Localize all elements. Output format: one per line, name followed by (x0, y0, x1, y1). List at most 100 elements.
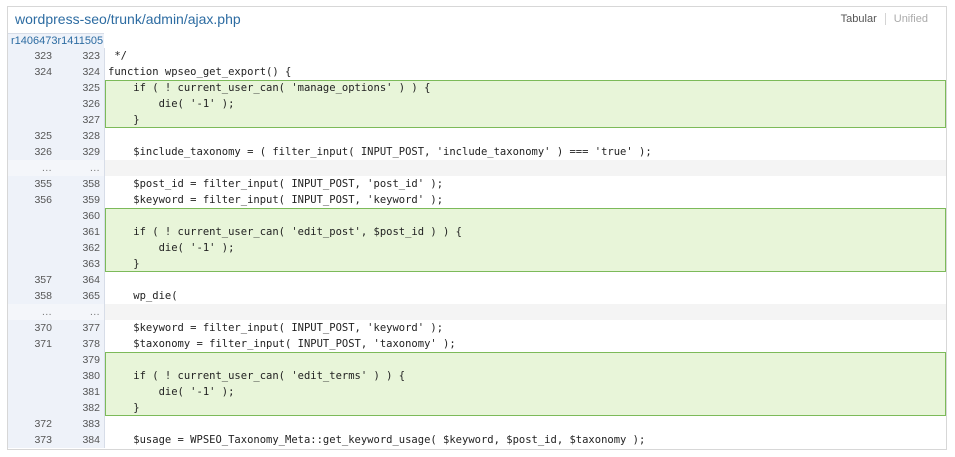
diff-panel: wordpress-seo/trunk/admin/ajax.php Tabul… (7, 6, 947, 450)
line-number-gutter: 371 378 (8, 336, 105, 352)
new-line-number: 382 (82, 402, 100, 414)
old-line-number: 373 (34, 434, 52, 446)
diff-header: wordpress-seo/trunk/admin/ajax.php Tabul… (8, 7, 946, 32)
diff-row-added: 379 (8, 352, 946, 368)
new-line-number: 325 (82, 82, 100, 94)
new-line-number: 359 (82, 194, 100, 206)
code-line: } (108, 114, 140, 126)
diff-row-added: 325 if ( ! current_user_can( 'manage_opt… (8, 80, 946, 96)
diff-row-added: 360 (8, 208, 946, 224)
line-number-gutter: 370 377 (8, 320, 105, 336)
line-number-gutter: 326 329 (8, 144, 105, 160)
code-line: $usage = WPSEO_Taxonomy_Meta::get_keywor… (108, 434, 646, 446)
diff-row-added: 361 if ( ! current_user_can( 'edit_post'… (8, 224, 946, 240)
diff-row-context: 358 365 wp_die( (8, 288, 946, 304)
line-number-gutter: 326 (8, 96, 105, 112)
diff-row-added: 382 } (8, 400, 946, 416)
new-line-number: 358 (82, 178, 100, 190)
old-line-number: … (41, 162, 53, 174)
code-line: } (108, 258, 140, 270)
skipped-highlight (105, 160, 946, 176)
skipped-highlight (105, 304, 946, 320)
diff-row-skipped: …… (8, 160, 946, 176)
new-line-number: 327 (82, 114, 100, 126)
diff-row-added: 363 } (8, 256, 946, 272)
new-line-number: 363 (82, 258, 100, 270)
old-revision-link[interactable]: r1406473 (11, 35, 58, 47)
diff-row-context: 323 323 */ (8, 48, 946, 64)
line-number-gutter: 379 (8, 352, 105, 368)
diff-row-context: 326 329 $include_taxonomy = ( filter_inpu… (8, 144, 946, 160)
new-line-number: 326 (82, 98, 100, 110)
code-line: function wpseo_get_export() { (108, 66, 292, 78)
line-number-gutter: 362 (8, 240, 105, 256)
code-line: if ( ! current_user_can( 'manage_options… (108, 82, 431, 94)
line-number-gutter: 382 (8, 400, 105, 416)
line-number-gutter: 357 364 (8, 272, 105, 288)
line-number-gutter: …… (8, 160, 105, 176)
new-line-number: … (89, 306, 101, 318)
old-line-number: … (41, 306, 53, 318)
code-line: $post_id = filter_input( INPUT_POST, 'po… (108, 178, 444, 190)
old-line-number: 371 (34, 338, 52, 350)
new-line-number: 380 (82, 370, 100, 382)
line-number-gutter: 361 (8, 224, 105, 240)
old-line-number: 356 (34, 194, 52, 206)
code-line: die( '-1' ); (108, 98, 235, 110)
old-line-number: 355 (34, 178, 52, 190)
line-number-gutter: 355 358 (8, 176, 105, 192)
line-number-gutter: 323 323 (8, 48, 105, 64)
added-highlight (105, 208, 946, 224)
diff-row-skipped: …… (8, 304, 946, 320)
code-line: if ( ! current_user_can( 'edit_terms' ) … (108, 370, 406, 382)
diff-row-added: 362 die( '-1' ); (8, 240, 946, 256)
new-line-number: 384 (82, 434, 100, 446)
diff-row-context: 355 358 $post_id = filter_input( INPUT_PO… (8, 176, 946, 192)
old-line-number: 324 (34, 66, 52, 78)
new-line-number: 377 (82, 322, 100, 334)
diff-row-added: 326 die( '-1' ); (8, 96, 946, 112)
view-toggle: Tabular Unified (833, 13, 936, 25)
code-line: $taxonomy = filter_input( INPUT_POST, 't… (108, 338, 456, 350)
new-line-number: 329 (82, 146, 100, 158)
new-line-number: 324 (82, 66, 100, 78)
line-number-gutter: 325 328 (8, 128, 105, 144)
file-path-link[interactable]: wordpress-seo/trunk/admin/ajax.php (15, 11, 241, 27)
revision-links: r1406473r1411505 (8, 33, 104, 48)
diff-row-added: 381 die( '-1' ); (8, 384, 946, 400)
new-line-number: 360 (82, 210, 100, 222)
code-line: if ( ! current_user_can( 'edit_post', $p… (108, 226, 463, 238)
diff-table: 323 323 */ 324 324 function wpseo_get_export… (8, 48, 946, 448)
new-line-number: 365 (82, 290, 100, 302)
line-number-gutter: 324 324 (8, 64, 105, 80)
new-line-number: 379 (82, 354, 100, 366)
code-line: $keyword = filter_input( INPUT_POST, 'ke… (108, 194, 444, 206)
old-line-number: 325 (34, 130, 52, 142)
code-line: die( '-1' ); (108, 386, 235, 398)
line-number-gutter: 325 (8, 80, 105, 96)
old-line-number: 326 (34, 146, 52, 158)
old-line-number: 358 (34, 290, 52, 302)
code-line: wp_die( (108, 290, 178, 302)
code-line: } (108, 402, 140, 414)
new-line-number: 362 (82, 242, 100, 254)
line-number-gutter: 381 (8, 384, 105, 400)
line-number-gutter: 327 (8, 112, 105, 128)
old-line-number: 372 (34, 418, 52, 430)
tab-unified[interactable]: Unified (886, 13, 936, 25)
added-highlight (105, 400, 946, 416)
line-number-gutter: 373 384 (8, 432, 105, 448)
added-highlight (105, 112, 946, 128)
tab-tabular[interactable]: Tabular (833, 13, 886, 25)
new-line-number: 323 (82, 50, 100, 62)
new-line-number: 361 (82, 226, 100, 238)
line-number-gutter: 356 359 (8, 192, 105, 208)
new-line-number: … (89, 162, 101, 174)
line-number-gutter: 363 (8, 256, 105, 272)
new-revision-link[interactable]: r1411505 (58, 35, 104, 47)
diff-row-context: 371 378 $taxonomy = filter_input( INPUT_P… (8, 336, 946, 352)
diff-row-context: 325 328 (8, 128, 946, 144)
diff-row-context: 324 324 function wpseo_get_export() { (8, 64, 946, 80)
new-line-number: 381 (82, 386, 100, 398)
code-line: $include_taxonomy = ( filter_input( INPU… (108, 146, 652, 158)
